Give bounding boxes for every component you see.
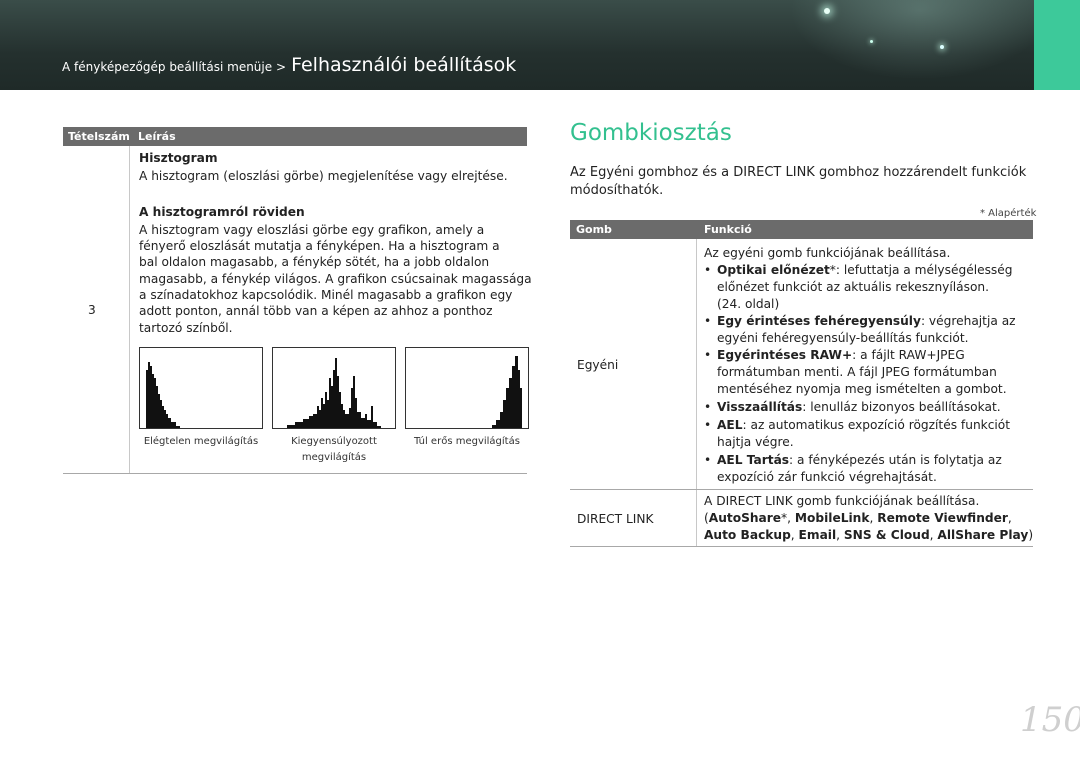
directlink-options-line2: Auto Backup, Email, SNS & Cloud, AllShar…: [704, 528, 1034, 542]
bullet-dot: •: [704, 263, 712, 277]
histogram-underexposed: [139, 347, 263, 429]
directlink-options-line1: (AutoShare*, MobileLink, Remote Viewfind…: [704, 511, 1012, 525]
intro-line: módosíthatók.: [570, 183, 664, 198]
right-table-row-sep: [570, 489, 1033, 490]
option-mobilelink: MobileLink: [794, 511, 870, 525]
decor-sparkle: [824, 8, 830, 14]
section-title: Gombkiosztás: [570, 120, 732, 146]
about-line: fényerő eloszlását mutatja a fényképen. …: [139, 239, 500, 253]
histogram-balanced-graphic: [287, 358, 381, 428]
right-table-header: Gomb Funkció: [570, 220, 1033, 239]
egyeni-lead: Az egyéni gomb funkciójának beállítása.: [704, 246, 951, 260]
breadcrumb-current: Felhasználói beállítások: [291, 54, 517, 76]
bullet-dot: •: [704, 348, 712, 362]
about-line: tartozó színből.: [139, 321, 233, 335]
egyeni-label: Egyéni: [577, 358, 619, 372]
histogram-desc: A hisztogram (eloszlási görbe) megjelení…: [139, 169, 508, 183]
left-table-bottom: [63, 473, 527, 474]
caption-balanced-line2: megvilágítás: [301, 452, 367, 463]
option-allshare-play: AllShare Play: [937, 528, 1029, 542]
right-table-bottom: [570, 546, 1033, 547]
page-number: 150: [1020, 700, 1080, 740]
directlink-label: DIRECT LINK: [577, 512, 654, 526]
option-auto-backup: Auto Backup: [704, 528, 791, 542]
breadcrumb: A fényképezőgép beállítási menüje > Felh…: [62, 54, 516, 76]
egyeni-bullet-4: • Visszaállítás: lenulláz bizonyos beáll…: [704, 400, 1001, 414]
col-header-description: Leírás: [138, 130, 176, 143]
caption-underexposed: Elégtelen megvilágítás: [143, 436, 259, 447]
option-sns-cloud: SNS & Cloud: [843, 528, 930, 542]
about-line: A hisztogram vagy eloszlási görbe egy gr…: [139, 223, 485, 237]
col-header-button: Gomb: [576, 223, 612, 236]
egyeni-bullet-3: • Egyérintéses RAW+: a fájlt RAW+JPEG fo…: [704, 348, 1007, 396]
left-table-divider: [129, 146, 130, 473]
decor-sparkle: [940, 45, 944, 49]
col-header-item: Tételszám: [68, 130, 130, 143]
decor-sparkle: [870, 40, 873, 43]
bullet-dot: •: [704, 314, 712, 328]
egyeni-bullet-2: • Egy érintéses fehéregyensúly: végrehaj…: [704, 314, 1016, 345]
about-line: magasabb, a fénykép világos. A grafikon …: [139, 272, 532, 286]
intro-line: Az Egyéni gombhoz és a DIRECT LINK gombh…: [570, 165, 1027, 180]
egyeni-bullet-1: • Optikai előnézet*: lefuttatja a mélysé…: [704, 263, 1013, 311]
col-header-function: Funkció: [704, 223, 752, 236]
histogram-underexposed-graphic: [146, 362, 180, 428]
histogram-overexposed: [405, 347, 529, 429]
option-email: Email: [798, 528, 837, 542]
left-table-header: Tételszám Leírás: [63, 127, 527, 146]
right-table-divider: [696, 239, 697, 546]
histogram-title: Hisztogram: [139, 151, 218, 165]
bullet-dot: •: [704, 400, 712, 414]
about-line: a színadatokhoz kapcsolódik. Minél magas…: [139, 288, 513, 302]
about-line: bal oldalon magasabb, a fénykép sötét, h…: [139, 255, 490, 269]
header-accent-bar: [1034, 0, 1080, 90]
histogram-balanced: [272, 347, 396, 429]
directlink-lead: A DIRECT LINK gomb funkciójának beállítá…: [704, 494, 980, 508]
about-line: adott ponton, annál több van a képen az …: [139, 304, 493, 318]
caption-balanced-line1: Kiegyensúlyozott: [291, 436, 377, 447]
egyeni-bullet-5: • AEL: az automatikus expozíció rögzítés…: [704, 418, 1011, 449]
option-autoshare: AutoShare: [708, 511, 782, 525]
page-header: A fényképezőgép beállítási menüje > Felh…: [0, 0, 1080, 90]
bullet-dot: •: [704, 418, 712, 432]
item-number: 3: [88, 303, 96, 317]
caption-overexposed: Túl erős megvilágítás: [414, 436, 520, 447]
histogram-overexposed-graphic: [492, 356, 522, 428]
breadcrumb-parent: A fényképezőgép beállítási menüje >: [62, 60, 286, 74]
egyeni-bullet-6: • AEL Tartás: a fényképezés után is foly…: [704, 453, 1002, 484]
bullet-dot: •: [704, 453, 712, 467]
option-remote-viewfinder: Remote Viewfinder: [877, 511, 1008, 525]
about-title: A hisztogramról röviden: [139, 205, 305, 219]
